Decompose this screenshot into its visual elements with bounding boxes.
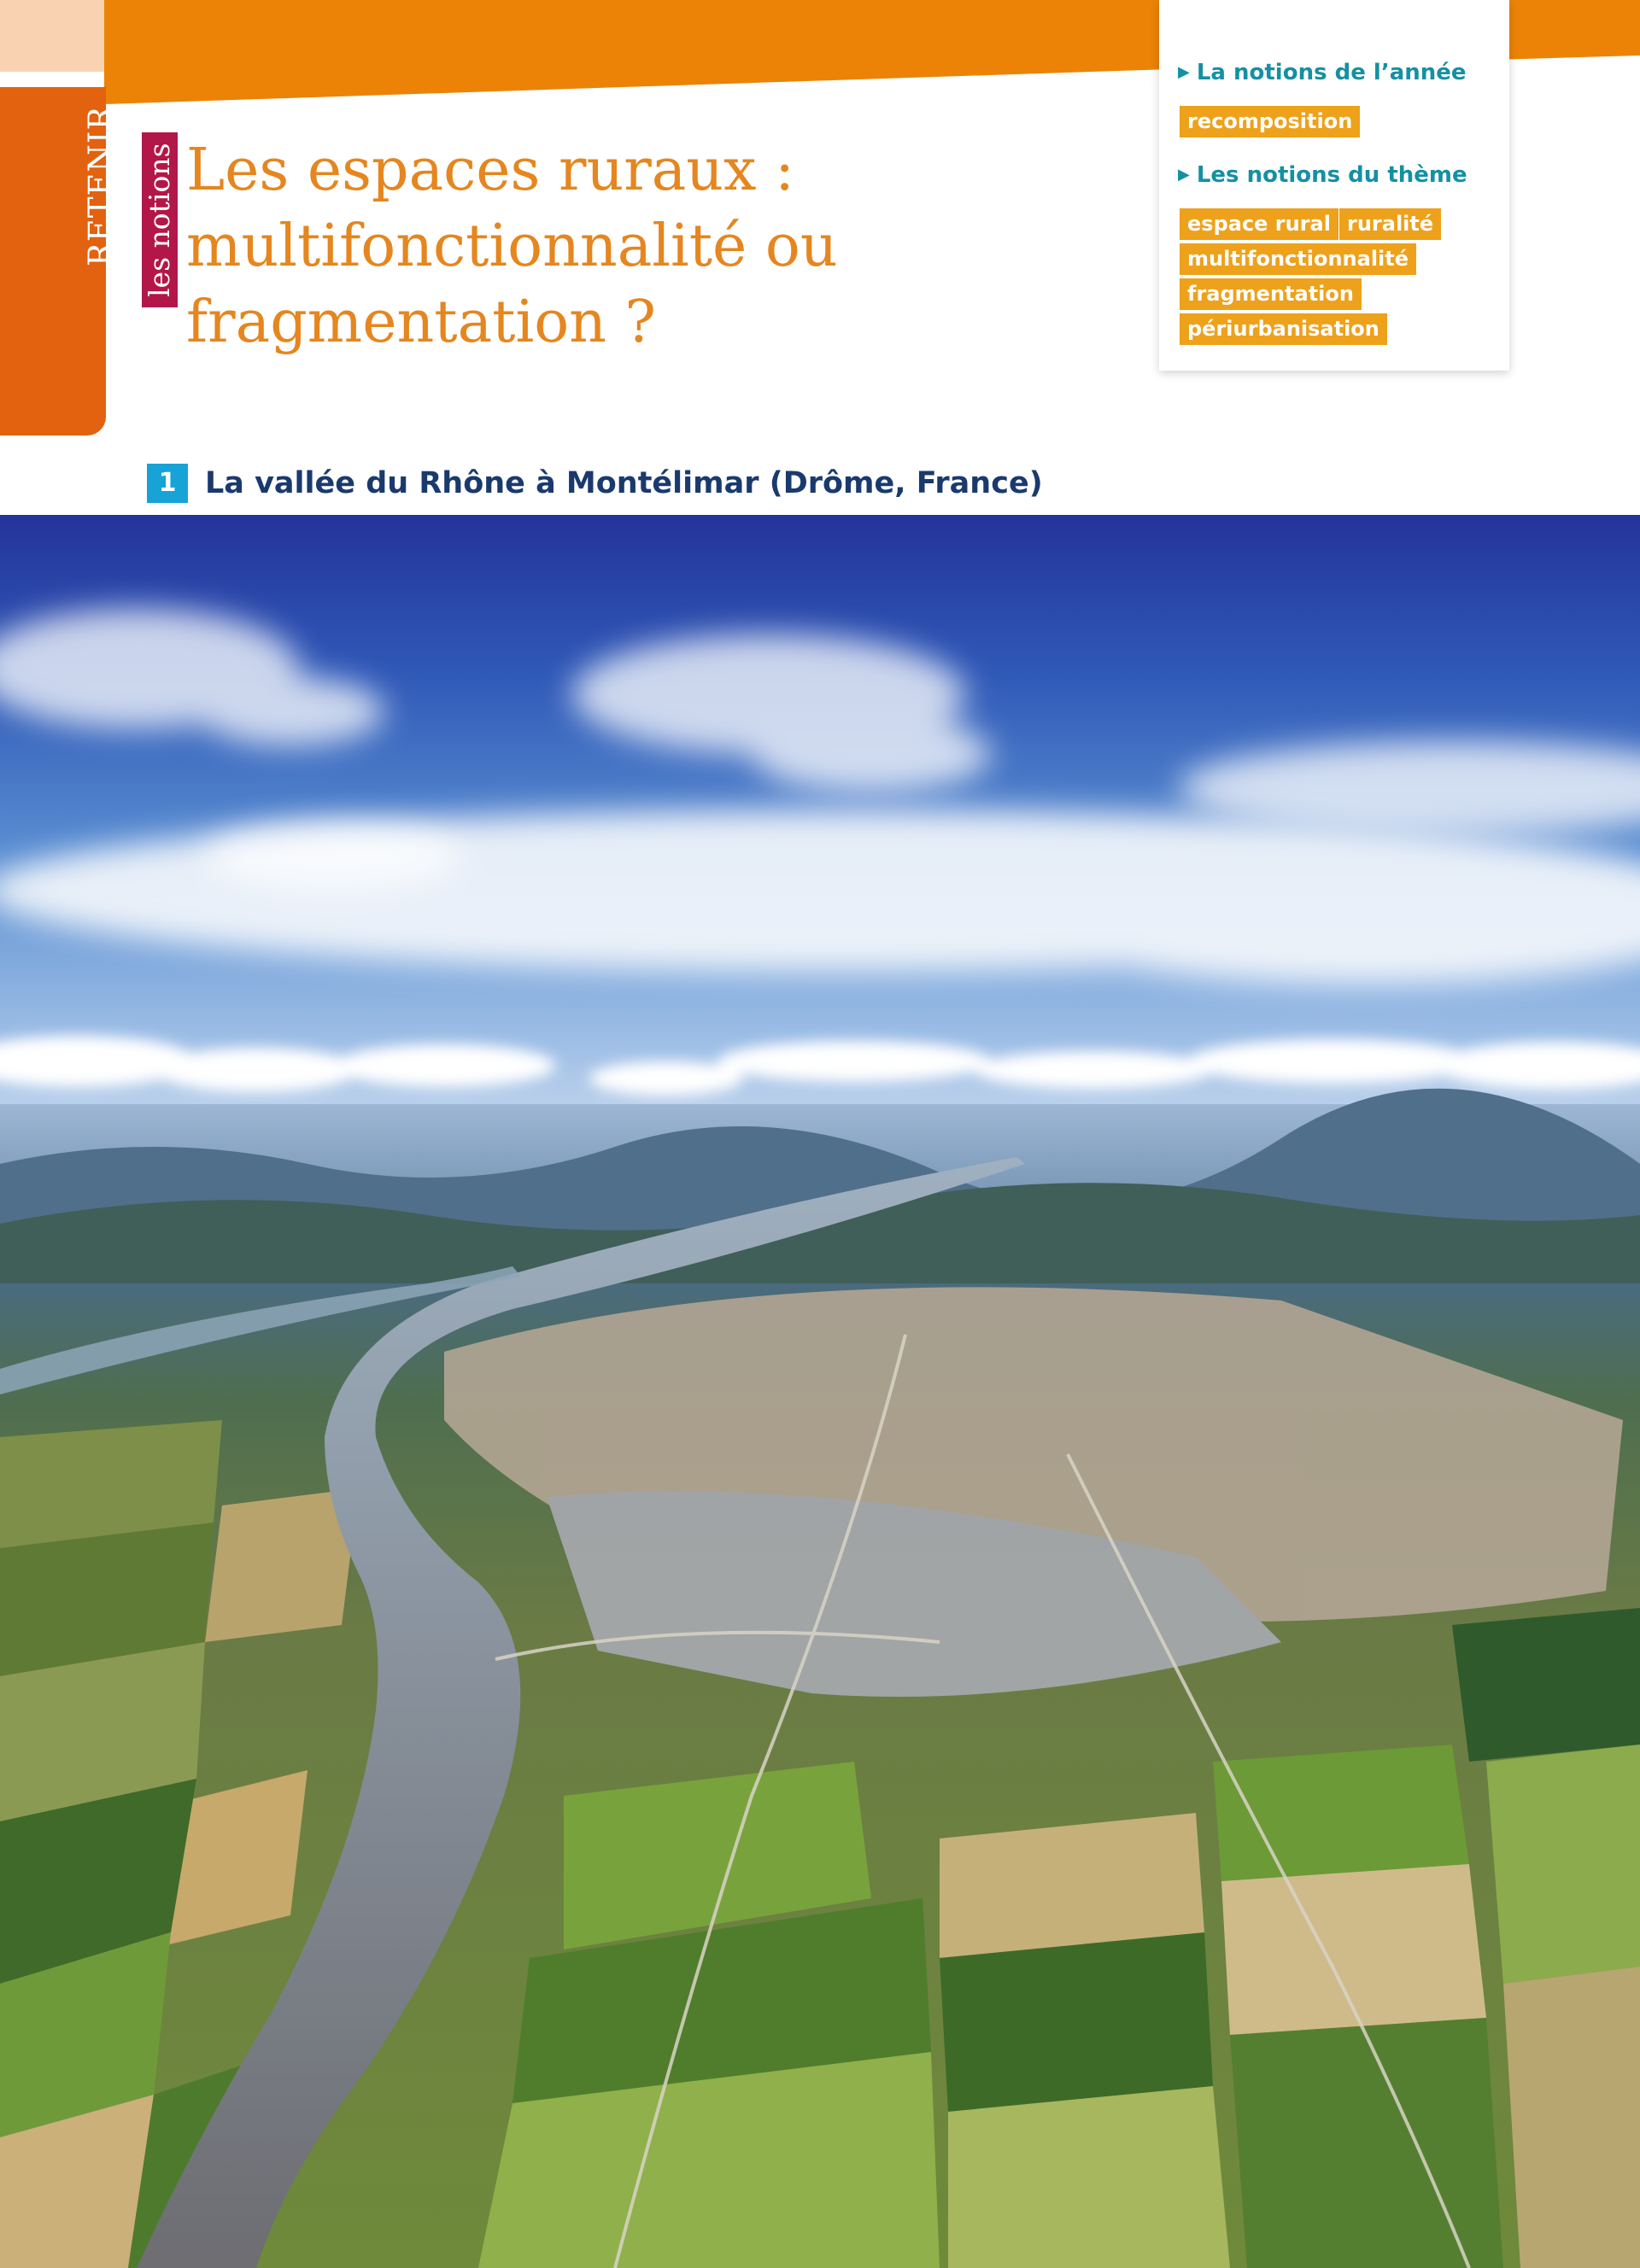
- notions-box: ▶ La notions de l’année recomposition ▶ Le…: [1159, 0, 1509, 371]
- tag-periurbanisation: périurbanisation: [1180, 313, 1387, 345]
- aerial-photo-rhone-valley: [0, 515, 1640, 2268]
- document-title: La vallée du Rhône à Montélimar (Drôme, …: [205, 466, 1043, 500]
- year-notions-heading-text: La notions de l’année: [1196, 60, 1467, 85]
- tag-espace-rural: espace rural: [1180, 208, 1338, 240]
- retenir-label: RETENIR: [82, 105, 119, 266]
- tag-fragmentation: fragmentation: [1180, 278, 1362, 310]
- theme-notions-heading-text: Les notions du thème: [1196, 162, 1467, 188]
- page-title: Les espaces ruraux : multifonctionnalité…: [186, 132, 1126, 360]
- caret-right-icon: ▶: [1178, 166, 1190, 184]
- tag-recomposition: recomposition: [1180, 106, 1361, 137]
- page-title-line-1: Les espaces ruraux :: [186, 137, 794, 204]
- theme-notions-heading: ▶ Les notions du thème: [1178, 162, 1467, 188]
- document-number-badge: 1: [147, 464, 188, 503]
- page-title-line-3: fragmentation ?: [186, 289, 657, 356]
- corner-accent: [0, 0, 104, 72]
- tag-multifonctionnalite: multifonctionnalité: [1180, 243, 1417, 275]
- tag-ruralite: ruralité: [1339, 208, 1442, 240]
- page-title-line-2: multifonctionnalité ou: [186, 213, 838, 280]
- les-notions-label: les notions: [142, 132, 178, 307]
- year-notions-heading: ▶ La notions de l’année: [1178, 60, 1467, 85]
- caret-right-icon: ▶: [1178, 63, 1190, 81]
